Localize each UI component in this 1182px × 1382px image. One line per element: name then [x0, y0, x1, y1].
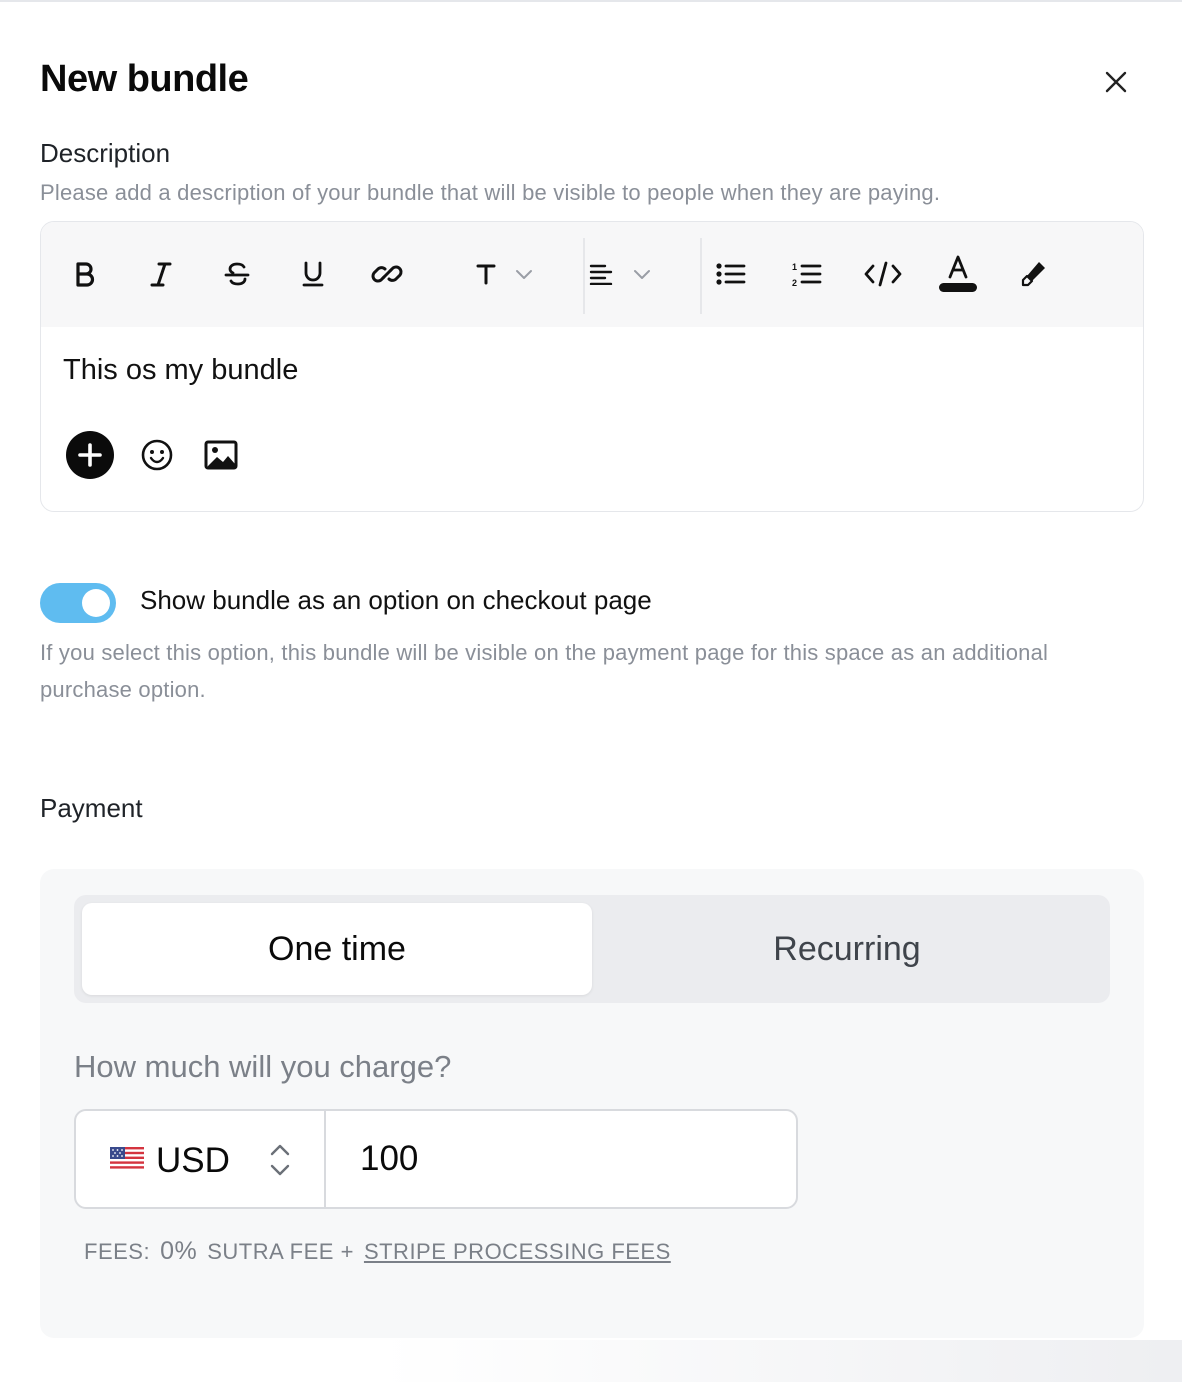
add-block-button[interactable] — [65, 430, 115, 480]
svg-text:1: 1 — [792, 262, 797, 272]
fees-middle: SUTRA FEE + — [207, 1239, 354, 1264]
bullet-list-icon — [716, 263, 746, 285]
highlight-button[interactable] — [1011, 252, 1055, 296]
code-button[interactable] — [861, 252, 905, 296]
amount-input[interactable] — [326, 1111, 796, 1207]
chevron-down-icon — [516, 270, 532, 279]
text-color-button[interactable] — [935, 252, 981, 296]
currency-code: USD — [156, 1141, 230, 1180]
add-icon — [66, 431, 114, 479]
tab-one-time[interactable]: One time — [82, 903, 592, 995]
italic-icon — [150, 262, 172, 287]
price-field: USD — [74, 1109, 798, 1209]
toggle-knob — [82, 589, 110, 617]
link-icon — [371, 265, 403, 283]
close-icon — [1105, 71, 1127, 93]
strikethrough-icon — [224, 262, 250, 286]
emoji-icon — [141, 439, 173, 471]
numbered-list-button[interactable]: 12 — [787, 252, 827, 296]
svg-text:2: 2 — [792, 278, 797, 287]
image-icon — [204, 440, 238, 470]
strikethrough-button[interactable] — [215, 252, 259, 296]
bottom-shadow — [380, 1340, 1182, 1382]
editor-toolbar: 12 — [41, 222, 1143, 327]
charge-question: How much will you charge? — [74, 1049, 452, 1084]
checkout-hint: If you select this option, this bundle w… — [40, 640, 1049, 702]
payment-type-switch: One time Recurring — [74, 895, 1110, 1003]
highlight-icon — [1021, 262, 1045, 287]
tab-recurring[interactable]: Recurring — [592, 903, 1102, 995]
close-button[interactable] — [1100, 66, 1132, 98]
italic-button[interactable] — [139, 252, 183, 296]
currency-select[interactable]: USD — [76, 1111, 326, 1207]
payment-panel: One time Recurring How much will you cha… — [40, 869, 1144, 1338]
chevron-down-icon — [634, 270, 650, 279]
text-color-icon — [939, 255, 977, 292]
bold-icon — [76, 262, 95, 287]
dialog-title: New bundle — [40, 58, 249, 100]
stripe-fees-link[interactable]: STRIPE PROCESSING FEES — [364, 1239, 671, 1265]
bullet-list-button-icon[interactable] — [711, 252, 751, 296]
fees-percent: 0% — [160, 1237, 198, 1265]
bold-button[interactable] — [63, 252, 107, 296]
numbered-list-icon: 12 — [792, 262, 822, 287]
payment-label: Payment — [40, 793, 143, 823]
description-label: Description — [40, 138, 171, 168]
underline-icon — [302, 261, 324, 287]
checkout-toggle[interactable] — [40, 583, 116, 623]
align-icon — [589, 264, 613, 285]
fees-note: FEES: 0% SUTRA FEE + STRIPE PROCESSING F… — [84, 1237, 671, 1266]
align-dropdown[interactable] — [565, 252, 675, 296]
image-button[interactable] — [203, 430, 239, 480]
editor-content[interactable]: This os my bundle — [63, 354, 298, 387]
text-style-icon — [476, 264, 496, 285]
bullet-list-button-hit[interactable] — [669, 252, 709, 296]
link-button[interactable] — [365, 252, 409, 296]
chevron-up-down-icon — [270, 1144, 290, 1176]
description-editor: 12 This os my bundle — [40, 221, 1144, 512]
underline-button[interactable] — [291, 252, 335, 296]
text-style-dropdown[interactable] — [449, 252, 559, 296]
description-hint: Please add a description of your bundle … — [40, 180, 941, 205]
fees-prefix: FEES: — [84, 1239, 151, 1264]
code-icon — [864, 261, 902, 287]
top-divider — [0, 0, 1182, 2]
emoji-button[interactable] — [139, 430, 175, 480]
checkout-toggle-label: Show bundle as an option on checkout pag… — [140, 585, 652, 615]
us-flag-icon — [110, 1147, 144, 1171]
